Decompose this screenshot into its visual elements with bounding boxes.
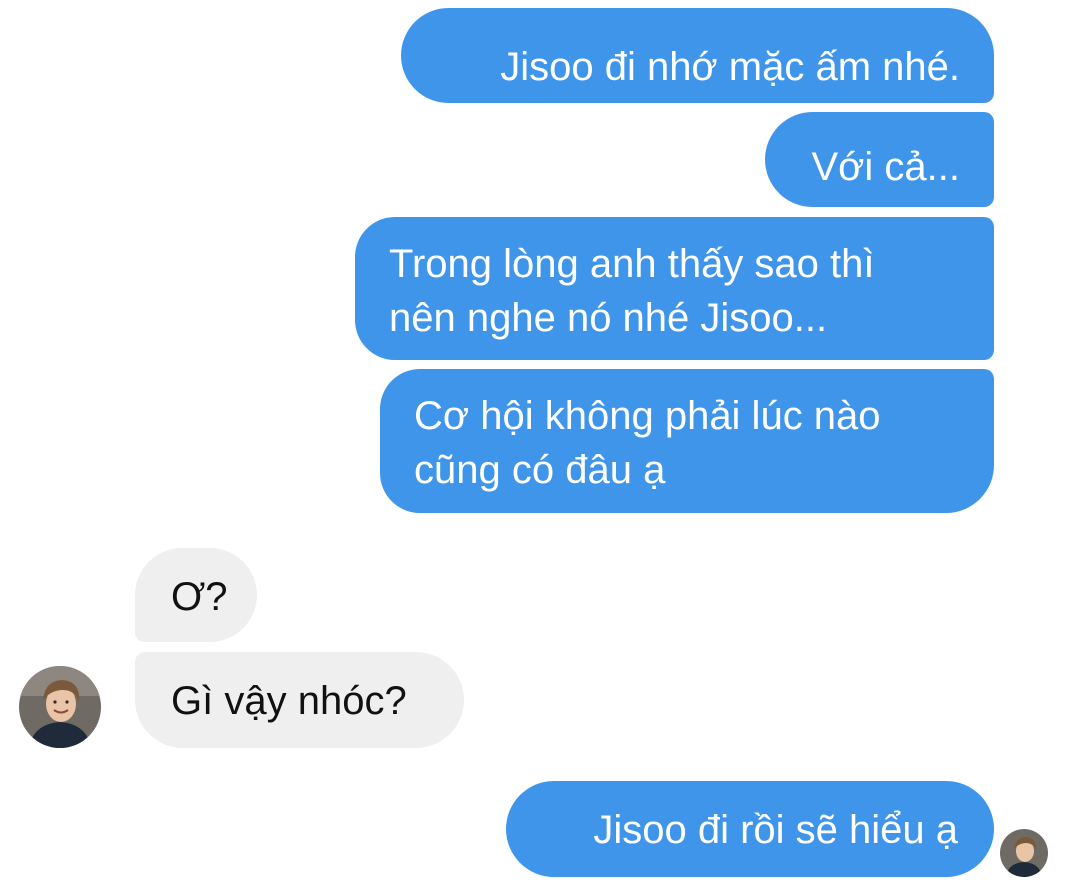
outgoing-message-bubble[interactable]: Cơ hội không phải lúc nào cũng có đâu ạ — [380, 369, 994, 513]
read-receipt-avatar — [1000, 829, 1048, 877]
read-receipt-avatar-icon — [1000, 829, 1048, 877]
outgoing-message-bubble[interactable]: Jisoo đi rồi sẽ hiểu ạ — [506, 781, 994, 877]
contact-avatar[interactable] — [19, 666, 101, 748]
outgoing-message-bubble[interactable]: Jisoo đi nhớ mặc ấm nhé. — [401, 8, 994, 103]
incoming-message-bubble[interactable]: Ơ? — [135, 548, 257, 642]
outgoing-message-bubble[interactable]: Với cả... — [765, 112, 994, 207]
incoming-message-bubble[interactable]: Gì vậy nhóc? — [135, 652, 464, 748]
outgoing-message-bubble[interactable]: Trong lòng anh thấy sao thì nên nghe nó … — [355, 217, 994, 360]
message-thread: Jisoo đi nhớ mặc ấm nhé. Với cả... Trong… — [0, 0, 1065, 890]
profile-photo-icon — [19, 666, 101, 748]
